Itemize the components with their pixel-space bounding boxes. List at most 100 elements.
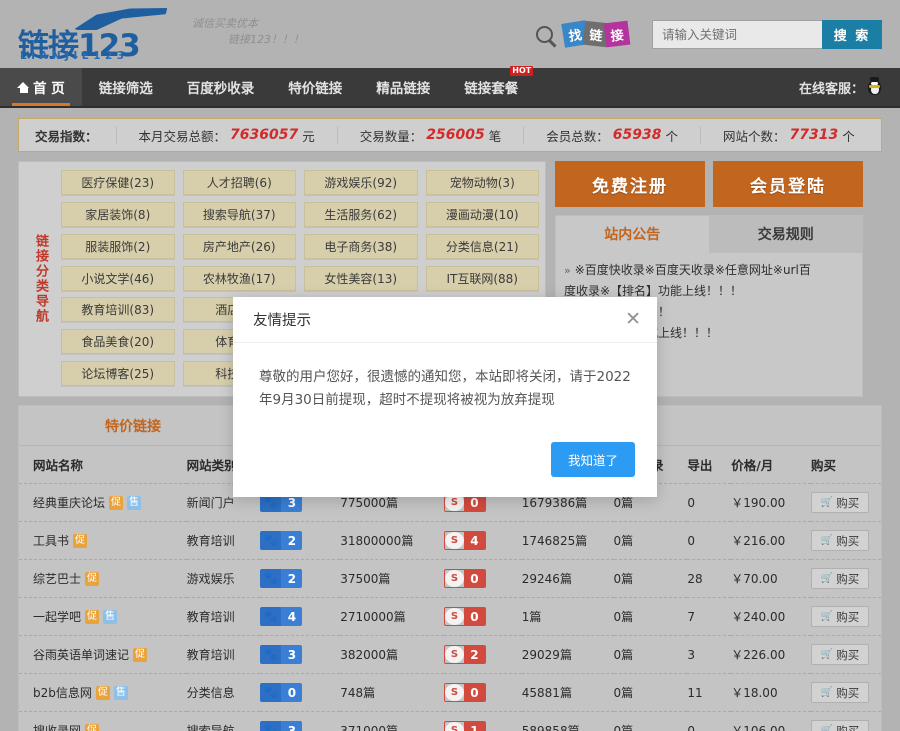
buy-button[interactable]: 🛒 购买 (811, 720, 869, 731)
cell-export: 3 (687, 636, 731, 674)
nav-item-special-price-links[interactable]: 特价链接 (271, 68, 359, 106)
cell-price: ￥190.00 (731, 484, 811, 522)
baidu-weight-badge: 🐾 4 (260, 607, 302, 626)
category-item[interactable]: 分类信息(21) (426, 234, 540, 259)
nav-item-link-packages[interactable]: HOT 链接套餐 (447, 68, 535, 106)
nav-item-home[interactable]: 首 页 (0, 68, 82, 106)
category-item[interactable]: 宠物动物(3) (426, 170, 540, 195)
table-row[interactable]: 搜收录网促 搜索导航 🐾 3 371000篇 S 1 589858篇 0篇 0 (19, 712, 881, 731)
stat-member-count-unit: 个 (665, 126, 678, 145)
category-item[interactable]: 房产地产(26) (183, 234, 297, 259)
cell-buy: 🛒 购买 (811, 712, 881, 731)
stat-monthly-total-unit: 元 (302, 126, 315, 145)
cell-price: ￥70.00 (731, 560, 811, 598)
category-item[interactable]: 教育培训(83) (61, 297, 175, 322)
cell-site-name[interactable]: 经典重庆论坛促售 (19, 484, 187, 522)
buy-button[interactable]: 🛒 购买 (811, 644, 869, 665)
cell-google-index: 0篇 (614, 636, 688, 674)
category-item[interactable]: 小说文学(46) (61, 266, 175, 291)
category-item[interactable]: 生活服务(62) (304, 202, 418, 227)
category-item[interactable]: 论坛博客(25) (61, 361, 175, 386)
baidu-weight-value: 3 (281, 645, 302, 664)
site-slogan: 诚信买卖优本 链接123！！！ (186, 12, 346, 56)
buy-button[interactable]: 🛒 购买 (811, 606, 869, 627)
table-row[interactable]: 综艺巴士促 游戏娱乐 🐾 2 37500篇 S 0 29246篇 0篇 28 (19, 560, 881, 598)
tab-trading-rules[interactable]: 交易规则 (709, 216, 863, 253)
category-item[interactable]: 人才招聘(6) (183, 170, 297, 195)
stat-transaction-count-label: 交易数量： (360, 126, 423, 145)
cell-google-index: 0篇 (614, 560, 688, 598)
search-button[interactable]: 搜 索 (822, 20, 882, 49)
buy-button[interactable]: 🛒 购买 (811, 492, 869, 513)
category-item[interactable]: 家居装饰(8) (61, 202, 175, 227)
nav-item-premium-links[interactable]: 精品链接 (359, 68, 447, 106)
table-row[interactable]: 谷雨英语单词速记促 教育培训 🐾 3 382000篇 S 2 29029篇 0篇 (19, 636, 881, 674)
buy-button[interactable]: 🛒 购买 (811, 530, 869, 551)
site-logo[interactable]: 链接123 LIANJIE123 (18, 6, 168, 62)
modal-body-text: 尊敬的用户您好，很遗憾的通知您，本站即将关闭，请于2022年9月30日前提现，超… (233, 343, 657, 420)
table-row[interactable]: 工具书促 教育培训 🐾 2 31800000篇 S 4 1746825篇 0篇 (19, 522, 881, 560)
baidu-paw-icon: 🐾 (260, 683, 281, 702)
table-body: 经典重庆论坛促售 新闻门户 🐾 3 775000篇 S 0 1679386篇 0… (19, 484, 881, 731)
category-item[interactable]: 漫画动漫(10) (426, 202, 540, 227)
qq-penguin-icon[interactable] (867, 78, 882, 96)
nav-item-link-filter[interactable]: 链接筛选 (82, 68, 170, 106)
cell-site-category: 搜索导航 (187, 712, 261, 731)
baidu-weight-badge: 🐾 2 (260, 531, 302, 550)
online-service[interactable]: 在线客服： (799, 68, 900, 106)
sogou-weight-badge: S 0 (444, 607, 486, 626)
register-button[interactable]: 免费注册 (555, 161, 705, 207)
category-item[interactable]: 游戏娱乐(92) (304, 170, 418, 195)
category-item[interactable]: 搜索导航(37) (183, 202, 297, 227)
home-icon (17, 82, 30, 93)
sogou-s-icon: S (445, 570, 464, 587)
cell-site-name[interactable]: 综艺巴士促 (19, 560, 187, 598)
cell-baidu-index: 31800000篇 (340, 522, 444, 560)
tab-special-price-links[interactable]: 特价链接 (19, 406, 247, 445)
sogou-weight-value: 2 (464, 646, 485, 663)
notice-list-item[interactable]: » ※百度快收录※百度天收录※任意网址※url百 (564, 260, 854, 281)
promo-badge: 促 (73, 534, 87, 548)
category-item[interactable]: IT互联网(88) (426, 266, 540, 291)
sogou-weight-value: 4 (464, 532, 485, 549)
modal-confirm-button[interactable]: 我知道了 (551, 442, 635, 477)
category-item[interactable]: 女性美容(13) (304, 266, 418, 291)
buy-button-label: 购买 (836, 609, 859, 625)
category-item[interactable]: 服装服饰(2) (61, 234, 175, 259)
search-input[interactable] (652, 20, 822, 49)
cell-baidu-index: 2710000篇 (340, 598, 444, 636)
table-row[interactable]: b2b信息网促售 分类信息 🐾 0 748篇 S 0 45881篇 0篇 11 (19, 674, 881, 712)
main-navigation: 首 页 链接筛选 百度秒收录 特价链接 精品链接 HOT 链接套餐 在线客服： (0, 68, 900, 108)
table-row[interactable]: 一起学吧促售 教育培训 🐾 4 2710000篇 S 0 1篇 0篇 7 (19, 598, 881, 636)
buy-button[interactable]: 🛒 购买 (811, 682, 869, 703)
cell-site-name[interactable]: b2b信息网促售 (19, 674, 187, 712)
site-name-text: 工具书 (33, 532, 69, 549)
stats-label: 交易指数： (19, 126, 116, 145)
logo-sub-text: LIANJIE123 (20, 50, 128, 62)
category-item[interactable]: 农林牧渔(17) (183, 266, 297, 291)
category-item[interactable]: 食品美食(20) (61, 329, 175, 354)
category-item[interactable]: 电子商务(38) (304, 234, 418, 259)
search-logo-tiles: 找 链 接 (563, 22, 626, 46)
page-root: 链接123 LIANJIE123 诚信买卖优本 链接123！！！ 找 链 接 搜… (0, 0, 900, 731)
stat-member-count-label: 会员总数： (546, 126, 609, 145)
cell-site-name[interactable]: 工具书促 (19, 522, 187, 560)
cell-site-name[interactable]: 一起学吧促售 (19, 598, 187, 636)
tab-site-announcements[interactable]: 站内公告 (556, 216, 709, 253)
buy-button[interactable]: 🛒 购买 (811, 568, 869, 589)
sogou-weight-badge: S 0 (444, 569, 486, 588)
close-icon[interactable]: ✕ (625, 310, 641, 329)
promo-badge: 促 (85, 572, 99, 586)
category-item[interactable]: 医疗保健(23) (61, 170, 175, 195)
baidu-weight-badge: 🐾 0 (260, 683, 302, 702)
site-name-text: 搜收录网 (33, 722, 81, 731)
cell-site-category: 游戏娱乐 (187, 560, 261, 598)
site-header: 链接123 LIANJIE123 诚信买卖优本 链接123！！！ 找 链 接 搜… (0, 0, 900, 68)
login-button[interactable]: 会员登陆 (713, 161, 863, 207)
cell-site-category: 教育培训 (187, 522, 261, 560)
modal-footer: 我知道了 (233, 420, 657, 497)
cell-site-name[interactable]: 搜收录网促 (19, 712, 187, 731)
cell-site-name[interactable]: 谷雨英语单词速记促 (19, 636, 187, 674)
nav-item-baidu-instant-index[interactable]: 百度秒收录 (170, 68, 272, 106)
hot-badge: HOT (510, 66, 533, 76)
